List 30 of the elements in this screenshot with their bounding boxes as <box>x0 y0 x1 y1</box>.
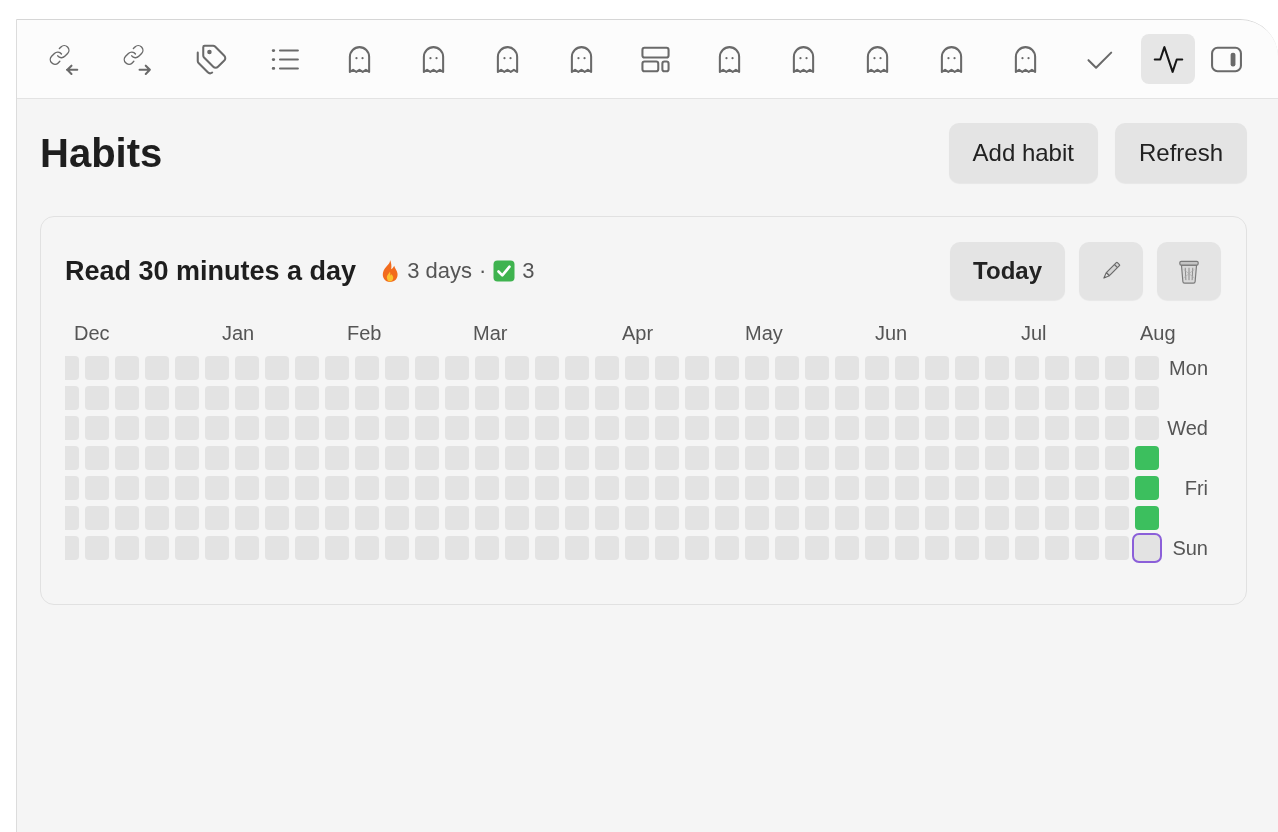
day-cell[interactable] <box>1135 476 1159 500</box>
completion-count: 3 <box>522 258 535 284</box>
month-label: Feb <box>347 321 382 345</box>
tags-icon <box>194 42 228 76</box>
month-label: May <box>745 321 783 345</box>
page-title: Habits <box>40 130 163 177</box>
day-cell[interactable] <box>1135 446 1159 470</box>
separator: · <box>478 258 487 284</box>
toolbar-button[interactable] <box>1141 34 1195 84</box>
month-label: Apr <box>622 321 654 345</box>
weekday-label: Sun <box>1172 536 1208 560</box>
month-label: Jan <box>222 321 255 345</box>
weekday-label: Fri <box>1184 476 1208 500</box>
month-label: Dec <box>74 321 110 345</box>
add-habit-button[interactable]: Add habit <box>948 123 1098 183</box>
month-label: Mar <box>473 321 508 345</box>
month-label: Jun <box>875 321 908 345</box>
day-cell[interactable] <box>1132 533 1162 563</box>
habit-title: Read 30 minutes a day <box>65 255 357 287</box>
day-cell[interactable] <box>1135 506 1159 530</box>
weekday-label: Wed <box>1167 416 1208 440</box>
month-label: Aug <box>1140 321 1176 345</box>
month-label: Jul <box>1021 321 1047 345</box>
refresh-button[interactable]: Refresh <box>1114 123 1247 183</box>
edit-button[interactable] <box>1079 242 1143 300</box>
today-button[interactable]: Today <box>950 242 1065 300</box>
checkbox-icon <box>493 260 516 282</box>
delete-button[interactable] <box>1157 242 1221 300</box>
streak-text: 3 days <box>407 258 472 284</box>
weekday-label: Mon <box>1169 356 1208 380</box>
